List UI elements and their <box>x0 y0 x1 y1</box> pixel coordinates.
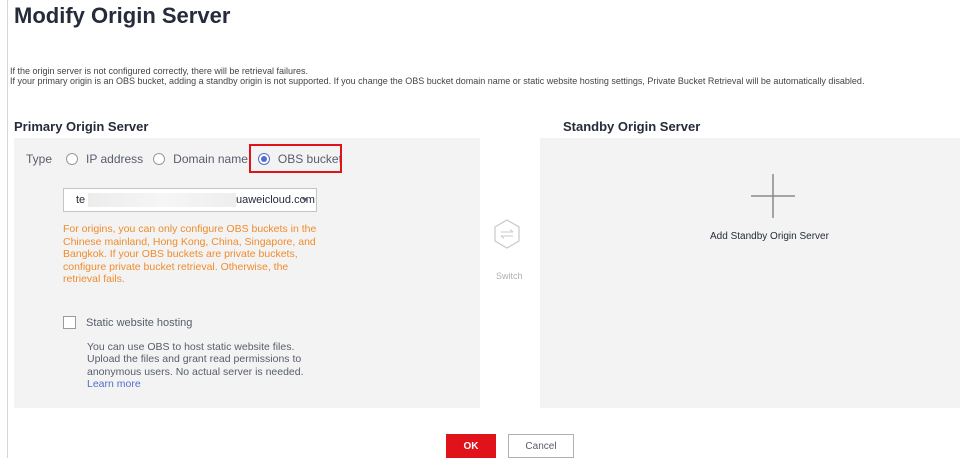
radio-circle[interactable] <box>153 153 166 165</box>
standby-origin-heading: Standby Origin Server <box>563 119 701 134</box>
dialog-left-border <box>7 0 8 458</box>
add-standby-origin-button[interactable]: Add Standby Origin Server <box>710 231 829 242</box>
ok-button[interactable]: OK <box>446 434 496 458</box>
obs-region-warning: For origins, you can only configure OBS … <box>63 223 317 286</box>
learn-more-link[interactable]: Learn more <box>87 378 141 390</box>
static-hosting-text: You can use OBS to host static website f… <box>87 341 304 378</box>
notice-line-2: If your primary origin is an OBS bucket,… <box>10 76 865 86</box>
radio-label: IP address <box>86 152 144 166</box>
radio-label: Domain name <box>173 152 248 166</box>
bucket-name-prefix: te <box>76 194 86 206</box>
switch-button-label[interactable]: Switch <box>496 271 523 281</box>
obs-bucket-select[interactable]: te uaweicloud.com <box>63 188 317 212</box>
checkbox-box[interactable] <box>63 316 76 329</box>
cancel-button[interactable]: Cancel <box>508 434 574 458</box>
switch-arrows-icon[interactable] <box>494 219 520 249</box>
chevron-down-icon[interactable] <box>302 198 308 202</box>
radio-domain-name[interactable]: Domain name <box>153 152 248 166</box>
radio-circle[interactable] <box>66 153 79 165</box>
static-hosting-checkbox[interactable]: Static website hosting <box>63 316 192 329</box>
static-hosting-label: Static website hosting <box>86 316 193 329</box>
bucket-name-redaction <box>88 193 236 207</box>
notice-line-1: If the origin server is not configured c… <box>10 66 308 76</box>
primary-origin-heading: Primary Origin Server <box>14 119 149 134</box>
static-hosting-description: You can use OBS to host static website f… <box>87 341 327 391</box>
type-label: Type <box>26 152 53 166</box>
dialog-title: Modify Origin Server <box>14 3 231 28</box>
plus-icon[interactable] <box>751 174 795 218</box>
obs-bucket-highlight-box <box>249 144 342 173</box>
radio-ip-address[interactable]: IP address <box>66 152 143 166</box>
notice-text: If the origin server is not configured c… <box>10 66 960 86</box>
standby-origin-panel[interactable] <box>540 138 960 408</box>
